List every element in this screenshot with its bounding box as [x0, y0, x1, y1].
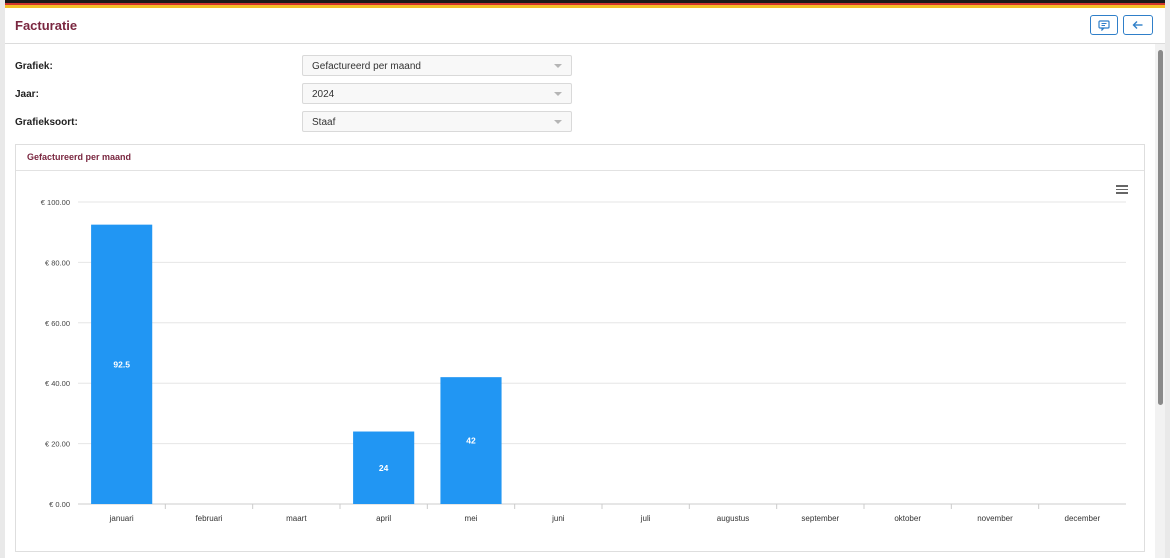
- chevron-down-icon: [554, 120, 562, 124]
- grafieksoort-select-value: Staaf: [312, 117, 336, 128]
- page-title: Facturatie: [15, 18, 78, 33]
- x-tick-label: oktober: [894, 514, 921, 523]
- grafiek-select[interactable]: Gefactureerd per maand: [302, 55, 572, 76]
- jaar-label: Jaar:: [15, 89, 39, 100]
- y-tick-label: € 40.00: [45, 379, 70, 388]
- chart-panel: Gefactureerd per maand € 0.00 € 20.00 € 40…: [15, 144, 1145, 552]
- back-button[interactable]: [1123, 15, 1153, 35]
- x-tick-label: maart: [286, 514, 307, 523]
- data-label-mei: 42: [466, 436, 476, 446]
- page-header: Facturatie: [5, 8, 1165, 44]
- grafieksoort-select[interactable]: Staaf: [302, 111, 572, 132]
- comment-button[interactable]: [1090, 15, 1118, 35]
- x-tick-label: april: [376, 514, 391, 523]
- x-tick-label: januari: [109, 514, 134, 523]
- data-label-april: 24: [379, 463, 389, 473]
- jaar-select[interactable]: 2024: [302, 83, 572, 104]
- x-tick-label: augustus: [717, 514, 749, 523]
- jaar-select-value: 2024: [312, 89, 335, 100]
- x-tick-label: mei: [465, 514, 478, 523]
- y-tick-label: € 100.00: [41, 198, 70, 207]
- data-label-januari: 92.5: [113, 359, 130, 369]
- x-tick-label: september: [801, 514, 839, 523]
- comment-icon: [1098, 19, 1110, 31]
- x-tick-label: december: [1065, 514, 1101, 523]
- y-tick-label: € 60.00: [45, 319, 70, 328]
- y-tick-label: € 0.00: [49, 500, 70, 509]
- x-tick-label: november: [977, 514, 1013, 523]
- flag-stripe: [5, 0, 1165, 8]
- arrow-left-icon: [1132, 21, 1143, 29]
- y-tick-label: € 80.00: [45, 258, 70, 267]
- chevron-down-icon: [554, 92, 562, 96]
- grafiek-select-value: Gefactureerd per maand: [312, 61, 421, 72]
- scrollbar-thumb[interactable]: [1158, 50, 1163, 405]
- grafieksoort-label: Grafieksoort:: [15, 117, 78, 128]
- x-tick-label: februari: [195, 514, 222, 523]
- app-window: Facturatie Grafiek: Gefactureerd per maa…: [5, 8, 1165, 558]
- x-tick-label: juli: [640, 514, 651, 523]
- chevron-down-icon: [554, 64, 562, 68]
- scrollbar[interactable]: [1155, 44, 1165, 558]
- x-tick-label: juni: [551, 514, 565, 523]
- bar-chart: € 0.00 € 20.00 € 40.00 € 60.00 € 80.00 € 100.…: [41, 198, 1126, 523]
- y-tick-label: € 20.00: [45, 440, 70, 449]
- grafiek-label: Grafiek:: [15, 61, 53, 72]
